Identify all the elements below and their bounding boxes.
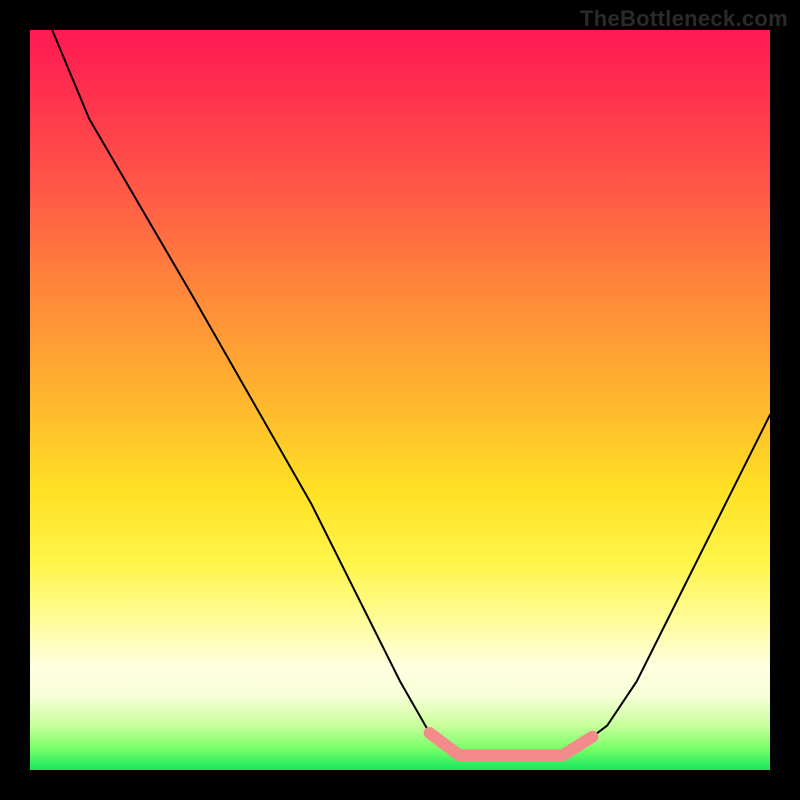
curve-path [52,30,770,759]
curve-highlight-group [430,733,593,755]
bottleneck-curve [30,30,770,770]
chart-frame: TheBottleneck.com [0,0,800,800]
plot-area [30,30,770,770]
curve-highlight [563,737,593,756]
watermark-text: TheBottleneck.com [580,6,788,32]
